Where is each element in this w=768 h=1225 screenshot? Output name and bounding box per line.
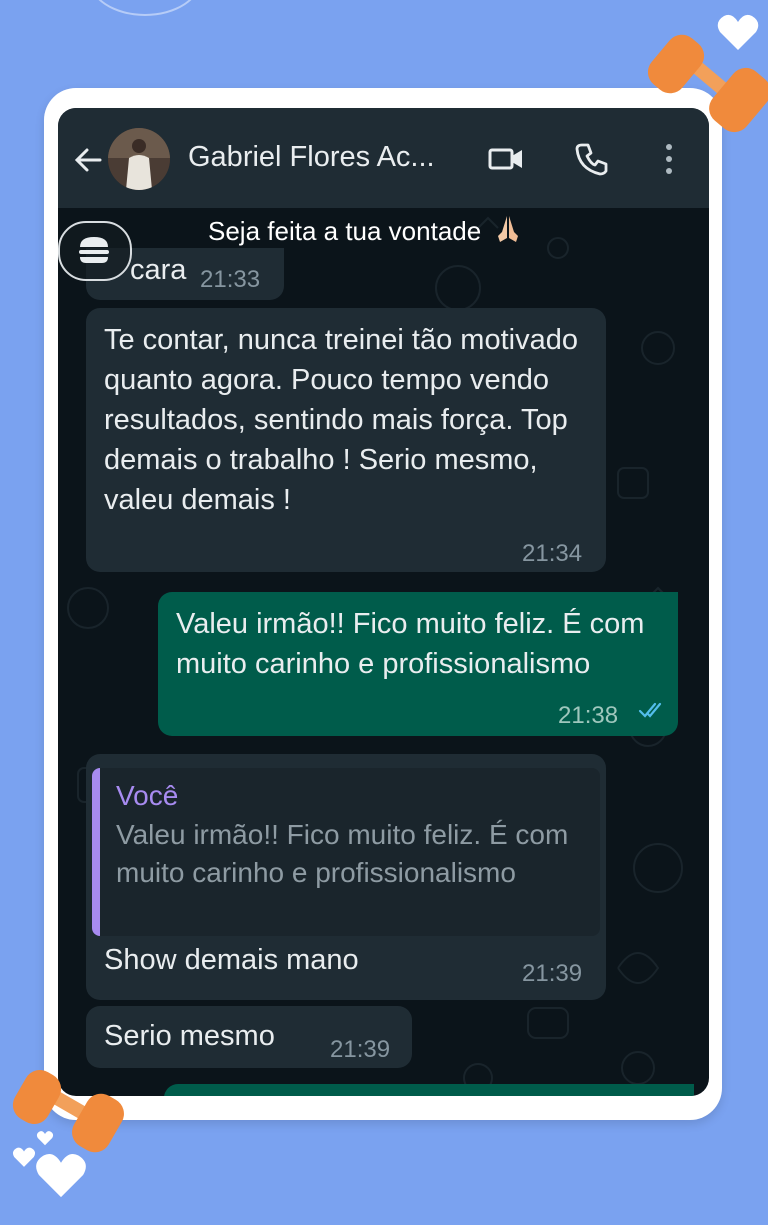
video-call-icon[interactable] bbox=[488, 146, 524, 172]
quote-accent-bar bbox=[92, 768, 100, 936]
chat-screen: Gabriel Flores Ac... cara 21:33 Seja fei… bbox=[58, 108, 709, 1096]
message-bubble[interactable]: Te contar, nunca treinei tão motivado qu… bbox=[86, 308, 606, 572]
message-text: Te contar, nunca treinei tão motivado qu… bbox=[104, 324, 578, 516]
pinned-banner[interactable]: Seja feita a tua vontade bbox=[208, 214, 558, 247]
heart-icon bbox=[36, 1131, 54, 1146]
pinned-text: Seja feita a tua vontade bbox=[208, 216, 482, 246]
message-text: cara bbox=[130, 254, 187, 286]
message-time: 21:38 bbox=[558, 702, 619, 729]
message-text: Valeu irmão!! Fico muito feliz. É com mu… bbox=[176, 608, 645, 680]
double-check-icon bbox=[638, 702, 662, 718]
heart-icon bbox=[12, 1147, 36, 1167]
message-time: 21:33 bbox=[200, 266, 261, 293]
message-time: 21:39 bbox=[522, 960, 583, 987]
contact-name[interactable]: Gabriel Flores Ac... bbox=[188, 141, 468, 174]
decorative-script bbox=[225, 0, 565, 4]
quote-author: Você bbox=[116, 780, 179, 811]
heart-icon bbox=[36, 1153, 86, 1198]
menu-button[interactable] bbox=[58, 221, 132, 281]
decorative-ring bbox=[88, 0, 202, 16]
quote-text: Valeu irmão!! Fico muito feliz. É com mu… bbox=[116, 819, 569, 888]
avatar[interactable] bbox=[108, 128, 170, 190]
message-text: Serio mesmo bbox=[104, 1020, 275, 1052]
burger-menu-icon bbox=[79, 237, 109, 263]
heart-icon bbox=[717, 14, 759, 50]
message-bubble[interactable]: Valeu irmão!! Fico muito feliz. É com mu… bbox=[158, 592, 678, 736]
avatar-photo bbox=[108, 128, 170, 190]
chat-header: Gabriel Flores Ac... bbox=[58, 108, 709, 208]
partial-outgoing-bubble bbox=[164, 1084, 694, 1096]
message-time: 21:39 bbox=[330, 1036, 391, 1063]
back-arrow-icon[interactable] bbox=[72, 144, 104, 176]
folded-hands-icon bbox=[498, 216, 519, 242]
voice-call-icon[interactable] bbox=[574, 141, 610, 177]
quoted-message[interactable]: Você Valeu irmão!! Fico muito feliz. É c… bbox=[92, 768, 600, 936]
message-text: Show demais mano bbox=[104, 944, 359, 976]
message-time: 21:34 bbox=[522, 540, 583, 567]
message-bubble[interactable]: Serio mesmo 21:39 bbox=[86, 1006, 412, 1068]
message-bubble[interactable]: Você Valeu irmão!! Fico muito feliz. É c… bbox=[86, 754, 606, 1000]
